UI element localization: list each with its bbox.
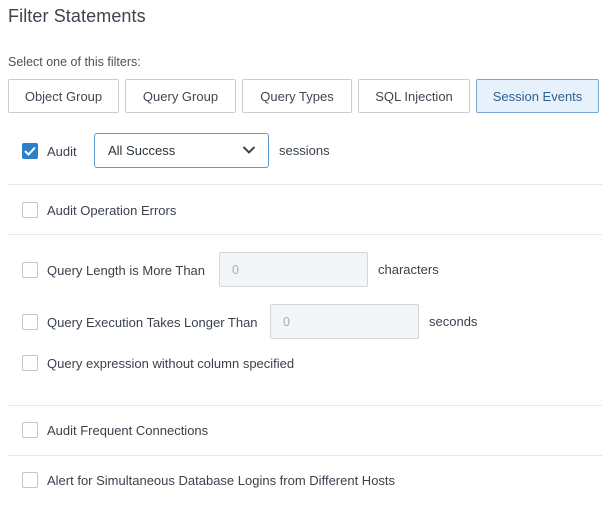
divider — [8, 455, 602, 456]
query-length-suffix: characters — [378, 262, 439, 277]
query-execution-checkbox[interactable] — [22, 314, 38, 330]
audit-row: Audit — [22, 143, 77, 159]
audit-frequent-label: Audit Frequent Connections — [47, 422, 209, 438]
tab-query-group[interactable]: Query Group — [125, 79, 236, 113]
filter-instruction: Select one of this filters: — [8, 55, 141, 69]
query-execution-row: Query Execution Takes Longer Than — [22, 314, 258, 330]
audit-select-value: All Success — [108, 143, 176, 158]
query-execution-suffix: seconds — [429, 314, 478, 329]
query-execution-input[interactable]: 0 — [270, 304, 419, 339]
query-length-checkbox[interactable] — [22, 262, 38, 278]
divider — [8, 184, 602, 185]
checkmark-icon — [24, 146, 36, 156]
divider — [8, 234, 602, 235]
audit-label: Audit — [47, 143, 77, 159]
audit-operation-errors-row: Audit Operation Errors — [22, 202, 176, 218]
alert-simultaneous-checkbox[interactable] — [22, 472, 38, 488]
query-length-label: Query Length is More Than — [47, 262, 206, 278]
chevron-down-icon — [242, 146, 256, 154]
audit-operation-errors-checkbox[interactable] — [22, 202, 38, 218]
audit-suffix: sessions — [279, 143, 330, 158]
alert-simultaneous-row: Alert for Simultaneous Database Logins f… — [22, 472, 395, 488]
query-expression-label: Query expression without column specifie… — [47, 355, 295, 371]
audit-frequent-row: Audit Frequent Connections — [22, 422, 208, 438]
tab-object-group[interactable]: Object Group — [8, 79, 119, 113]
audit-session-select[interactable]: All Success — [94, 133, 269, 168]
divider — [8, 405, 602, 406]
query-length-input[interactable]: 0 — [219, 252, 368, 287]
audit-checkbox[interactable] — [22, 143, 38, 159]
tab-sql-injection[interactable]: SQL Injection — [358, 79, 470, 113]
query-length-row: Query Length is More Than — [22, 262, 205, 278]
query-expression-row: Query expression without column specifie… — [22, 355, 294, 371]
query-execution-label: Query Execution Takes Longer Than — [47, 314, 258, 330]
audit-operation-errors-label: Audit Operation Errors — [47, 202, 177, 218]
audit-frequent-checkbox[interactable] — [22, 422, 38, 438]
alert-simultaneous-label: Alert for Simultaneous Database Logins f… — [47, 472, 396, 488]
tab-query-types[interactable]: Query Types — [242, 79, 352, 113]
page-title: Filter Statements — [8, 6, 146, 26]
tab-session-events[interactable]: Session Events — [476, 79, 599, 113]
query-expression-checkbox[interactable] — [22, 355, 38, 371]
